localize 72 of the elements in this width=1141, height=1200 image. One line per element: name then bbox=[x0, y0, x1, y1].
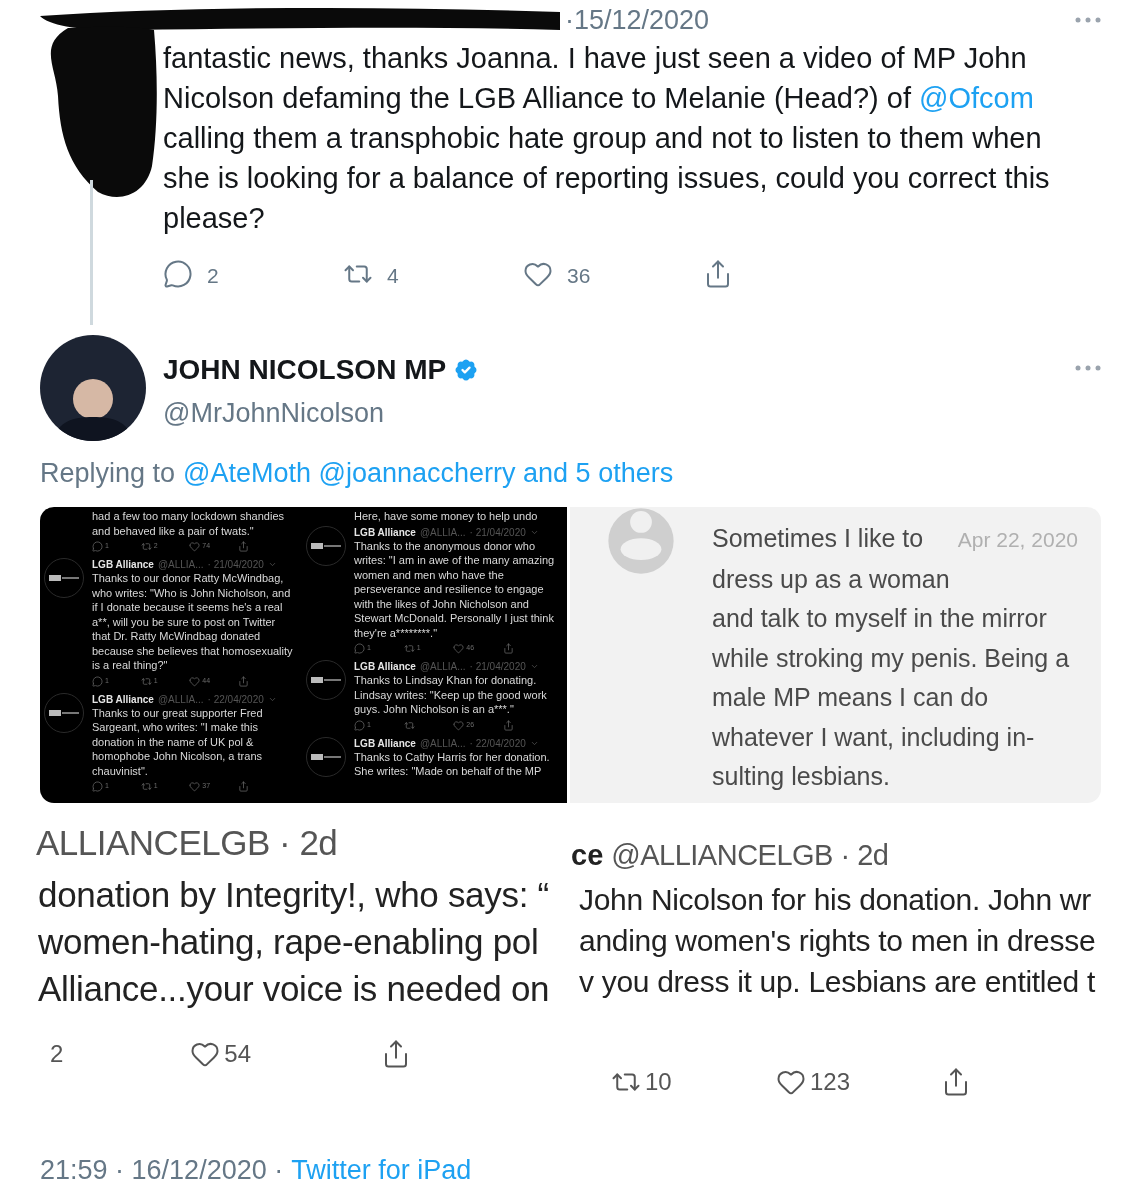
author-handle: @MrJohnNicolson bbox=[163, 397, 385, 430]
tweet-meta: 21:59 · 16/12/2020 · bbox=[40, 1154, 284, 1187]
tweet-text: had a few too many lockdown shandies and behaved like a pair of twats." bbox=[92, 509, 285, 538]
more-icon[interactable] bbox=[1075, 365, 1101, 371]
action-count: 2 bbox=[50, 1039, 64, 1069]
tweet-date: · 21/04/2020 bbox=[207, 558, 264, 571]
author-name: LGB Alliance bbox=[354, 525, 416, 539]
note-text-line: dress up as a woman bbox=[712, 563, 951, 595]
note-text-line: and talk to myself in the mirror bbox=[712, 603, 1048, 634]
source-link[interactable]: Twitter for iPad bbox=[291, 1150, 472, 1191]
chevron-icon[interactable] bbox=[267, 560, 277, 569]
note-date: Apr 22, 2020 bbox=[957, 527, 1078, 553]
tweet-date: · 22/04/2020 bbox=[469, 736, 526, 750]
reply-icon[interactable] bbox=[92, 675, 103, 687]
tweet-text: Thanks to our great supporter Fred Sargeant, who writes: "I make this donation in the name of UK pol & homophobe John Nicolson, a trans chauvinist". bbox=[92, 705, 264, 778]
chevron-icon[interactable] bbox=[529, 662, 539, 671]
logo-icon bbox=[311, 753, 341, 760]
tweet-text-line: anding women's rights to men in dresse bbox=[578, 923, 1097, 959]
tweet-text: Thanks to Lindsay Khan for donating. Lindsay writes: "Keep up the good work guys. John Nicholson is an a***." bbox=[354, 673, 548, 717]
tweet-date: ·15/12/2020 bbox=[565, 3, 710, 37]
tweet-date: · 21/04/2020 bbox=[469, 525, 526, 539]
tweet-date: · 21/04/2020 bbox=[469, 660, 526, 673]
logo-icon bbox=[49, 575, 79, 581]
action-count: 123 bbox=[810, 1067, 851, 1097]
replying-to-link[interactable]: @AteMoth @joannaccherry and 5 others bbox=[183, 455, 674, 491]
logo-icon bbox=[311, 677, 341, 683]
author-handle: @ALLIA... bbox=[419, 736, 466, 750]
tweet-text-line: John Nicolson for his donation. John wr bbox=[578, 882, 1092, 918]
action-count: 54 bbox=[224, 1039, 252, 1069]
note-text-line: whatever I want, including in- bbox=[712, 721, 1036, 753]
action-count: 2 bbox=[207, 263, 219, 290]
author-name: JOHN NICOLSON MP bbox=[163, 353, 447, 387]
reply-icon[interactable] bbox=[92, 781, 103, 792]
more-icon[interactable] bbox=[1075, 17, 1101, 23]
note-text-line: sulting lesbians. bbox=[712, 761, 891, 792]
author-name: LGB Alliance bbox=[92, 558, 154, 571]
tweet-text-line: women-hating, rape-enabling pol bbox=[37, 921, 540, 963]
author-name: LGB Alliance bbox=[354, 660, 416, 673]
author-handle: @ALLIA... bbox=[157, 692, 204, 706]
mention-link[interactable]: @Ofcom bbox=[919, 82, 1034, 114]
author-name: ce bbox=[571, 838, 604, 873]
tweet-text-line: Alliance...your voice is needed on bbox=[37, 968, 551, 1010]
tweet-text: Thanks to our donor Ratty McWindbag, who writes: "Who is John Nicholson, and if I donate because it seems he's a real a**, will you be sure to post on Twitter that Dr. Ratty McWindbag donated because she believes that homosexuality is a real thing?" bbox=[92, 571, 294, 673]
tweet-text-line: v you dress it up. Lesbians are entitled t bbox=[578, 964, 1097, 1000]
action-count: 36 bbox=[567, 263, 591, 290]
tweet-text: Thanks to Cathy Harris for her donation. She writes: "Made on behalf of the MP bbox=[354, 749, 551, 779]
tweet-text: Thanks to the anonymous donor who writes: "I am in awe of the many amazing women and men who have the perseverance and resilience to engage with the likes of John Nicholson and Stewart McDonald. Personally I just think they're a********." bbox=[354, 538, 556, 640]
thread-screenshot[interactable] bbox=[40, 507, 567, 803]
tweet-date: · 22/04/2020 bbox=[207, 692, 264, 706]
note-screenshot[interactable]: Sometimes I like to Apr 22, 2020 dress up as a woman and talk to myself in the mirror while stroking my penis. Being a male MP means I can do whatever I want, including in- sulting lesbians. bbox=[570, 507, 1101, 803]
action-count: 10 bbox=[645, 1067, 672, 1097]
logo-icon bbox=[311, 542, 341, 549]
reply-icon[interactable] bbox=[163, 259, 193, 289]
note-text-line: male MP means I can do bbox=[712, 682, 990, 713]
tweet-text: Here, have some money to help undo bbox=[354, 509, 539, 524]
tweet-text-line: donation by Integrity!, who says: “ bbox=[37, 874, 550, 916]
author-handle: @ALLIA... bbox=[157, 558, 204, 571]
tweet-text: fantastic news, thanks Joanna. I have just seen a video of MP John Nicolson defaming the LGB Alliance to Melanie (Head?) of @Ofcom calling them a transphobic hate group and not to listen to them when she is looking for a balance of reporting issues, could you correct this please? bbox=[163, 41, 1051, 236]
author-name: LGB Alliance bbox=[92, 692, 154, 706]
replying-label: Replying to bbox=[40, 457, 176, 490]
author-handle: @ALLIANCELGB · 2d bbox=[611, 838, 889, 873]
reply-icon[interactable] bbox=[354, 719, 365, 731]
note-text-line: while stroking my penis. Being a bbox=[712, 642, 1071, 674]
reply-icon[interactable] bbox=[354, 643, 365, 654]
author-handle: ALLIANCELGB · 2d bbox=[36, 823, 338, 863]
author-handle: @ALLIA... bbox=[419, 660, 466, 673]
reply-icon[interactable] bbox=[92, 541, 103, 552]
author-name: LGB Alliance bbox=[354, 736, 416, 750]
logo-icon bbox=[49, 709, 79, 716]
author-handle: @ALLIA... bbox=[419, 525, 466, 539]
action-count: 4 bbox=[387, 263, 399, 290]
note-text-line: Sometimes I like to bbox=[712, 523, 924, 554]
